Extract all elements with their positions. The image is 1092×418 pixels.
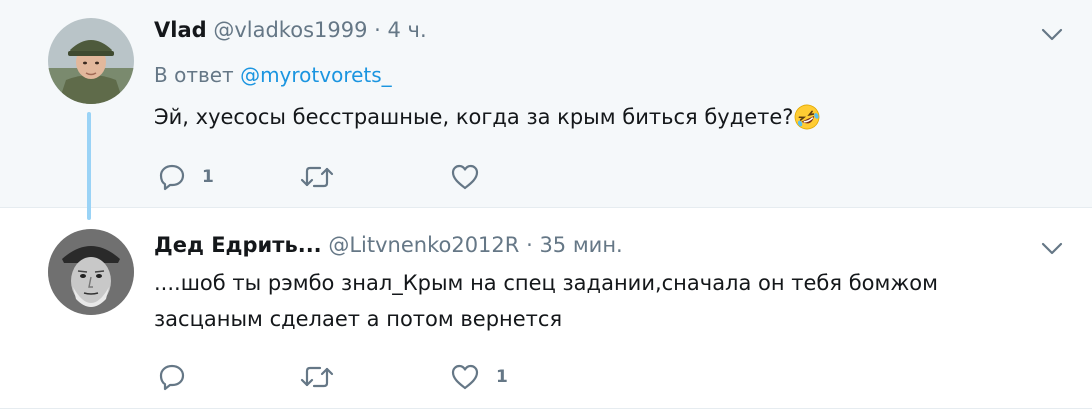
tweet-header: Дед Едрить... @Litvnenko2012R · 35 мин. bbox=[154, 232, 623, 258]
reply-button[interactable]: 1 bbox=[158, 162, 214, 192]
rolling-on-floor-laughing-emoji bbox=[794, 104, 820, 141]
reply-context: В ответ @myrotvorets_ bbox=[154, 62, 392, 88]
timestamp[interactable]: 4 ч. bbox=[388, 18, 427, 42]
reply-button[interactable] bbox=[158, 362, 202, 392]
reply-icon bbox=[159, 164, 185, 191]
reply-mention-link[interactable]: @myrotvorets_ bbox=[240, 63, 392, 87]
author-name[interactable]: Дед Едрить... bbox=[154, 233, 322, 257]
heart-icon bbox=[451, 364, 479, 390]
heart-icon bbox=[451, 164, 479, 190]
avatar[interactable] bbox=[48, 229, 134, 315]
author-name[interactable]: Vlad bbox=[154, 18, 207, 42]
avatar[interactable] bbox=[48, 18, 134, 104]
reply-count: 1 bbox=[202, 167, 214, 187]
tweet-header: Vlad @vladkos1999 · 4 ч. bbox=[154, 17, 427, 43]
chevron-down-icon[interactable] bbox=[1041, 242, 1063, 256]
retweet-icon bbox=[300, 166, 334, 188]
like-count: 1 bbox=[496, 367, 508, 387]
tweet-text: Эй, хуесосы бесстрашные, когда за крым б… bbox=[154, 99, 820, 141]
author-handle[interactable]: @Litvnenko2012R bbox=[328, 233, 519, 257]
timestamp[interactable]: 35 мин. bbox=[539, 233, 622, 257]
tweet[interactable]: Vlad @vladkos1999 · 4 ч. В ответ @myrotv… bbox=[0, 0, 1092, 207]
retweet-icon bbox=[300, 366, 334, 388]
separator: · bbox=[526, 233, 533, 257]
author-handle[interactable]: @vladkos1999 bbox=[213, 18, 367, 42]
reply-prefix: В ответ bbox=[154, 63, 234, 87]
retweet-button[interactable] bbox=[300, 362, 350, 392]
separator: · bbox=[374, 18, 381, 42]
retweet-button[interactable] bbox=[300, 162, 350, 192]
reply-icon bbox=[159, 364, 185, 391]
chevron-down-icon[interactable] bbox=[1041, 28, 1063, 42]
like-button[interactable] bbox=[450, 162, 496, 192]
tweet-text: ....шоб ты рэмбо знал_Крым на спец задан… bbox=[154, 271, 938, 331]
divider bbox=[0, 408, 1092, 409]
tweet[interactable]: Дед Едрить... @Litvnenko2012R · 35 мин. … bbox=[0, 207, 1092, 408]
thread-connector-line bbox=[87, 112, 91, 220]
tweet-text-content: Эй, хуесосы бесстрашные, когда за крым б… bbox=[154, 105, 794, 129]
like-button[interactable]: 1 bbox=[450, 362, 508, 392]
